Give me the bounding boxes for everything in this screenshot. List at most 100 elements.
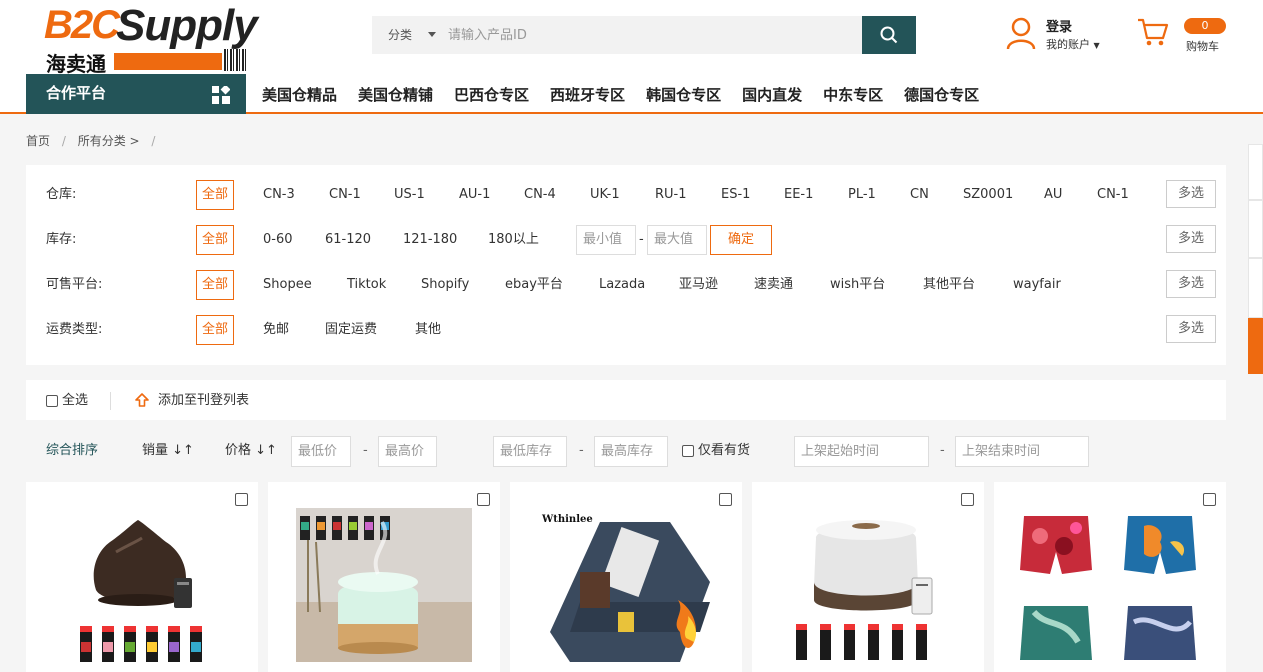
filter-option[interactable]: 0-60 — [263, 225, 293, 255]
breadcrumb-all-categories[interactable]: 所有分类 > — [78, 134, 140, 148]
product-card[interactable] — [994, 482, 1226, 672]
filter-option[interactable]: 其他 — [415, 315, 441, 345]
filter-option[interactable]: UK-1 — [590, 180, 620, 210]
filter-option[interactable]: 其他平台 — [923, 270, 975, 300]
filter-option[interactable]: 121-180 — [403, 225, 457, 255]
side-tool-item[interactable] — [1248, 200, 1263, 258]
login-link[interactable]: 登录 — [1046, 16, 1072, 35]
search-button[interactable] — [862, 16, 916, 54]
stock-confirm-button[interactable]: 确定 — [710, 225, 772, 255]
account-menu[interactable]: 登录 我的账户 ▼ — [1006, 16, 1116, 56]
multi-select-button[interactable]: 多选 — [1166, 315, 1216, 343]
upload-icon — [135, 393, 149, 407]
product-checkbox[interactable] — [961, 493, 974, 506]
filter-all[interactable]: 全部 — [196, 315, 234, 345]
nav-link-middle-east[interactable]: 中东专区 — [823, 74, 883, 114]
product-checkbox[interactable] — [719, 493, 732, 506]
product-card[interactable] — [268, 482, 500, 672]
breadcrumb-home[interactable]: 首页 — [26, 134, 50, 148]
product-checkbox[interactable] — [1203, 493, 1216, 506]
filter-option[interactable]: CN-4 — [524, 180, 556, 210]
cart-button[interactable]: 0 购物车 — [1136, 16, 1236, 56]
listing-end-time-input[interactable]: 上架结束时间 — [955, 436, 1089, 467]
sort-price[interactable]: 价格 ↓↑ — [225, 436, 277, 466]
logo-bar — [114, 53, 222, 70]
stock-max-input[interactable]: 最大值 — [647, 225, 707, 255]
filter-option[interactable]: SZ0001 — [963, 180, 1013, 210]
select-all-checkbox[interactable] — [46, 395, 58, 407]
sort-bar: 综合排序 销量 ↓↑ 价格 ↓↑ 最低价 - 最高价 最低库存 - 最高库存 仅… — [26, 436, 1226, 468]
nav-link-brazil[interactable]: 巴西仓专区 — [454, 74, 529, 114]
search-icon — [880, 26, 898, 44]
grid-icon — [212, 86, 230, 104]
product-checkbox[interactable] — [235, 493, 248, 506]
filter-option[interactable]: 固定运费 — [325, 315, 377, 345]
multi-select-button[interactable]: 多选 — [1166, 270, 1216, 298]
in-stock-label[interactable]: 仅看有货 — [698, 436, 750, 466]
my-account-dropdown[interactable]: 我的账户 ▼ — [1046, 36, 1100, 52]
nav-links: 美国仓精品 美国仓精铺 巴西仓专区 西班牙专区 韩国仓专区 国内直发 中东专区 … — [262, 74, 1000, 114]
sort-overall[interactable]: 综合排序 — [46, 436, 98, 466]
product-image — [1020, 516, 1196, 660]
filter-option[interactable]: Shopify — [421, 270, 469, 300]
filter-option[interactable]: wayfair — [1013, 270, 1061, 300]
nav-link-korea[interactable]: 韩国仓专区 — [646, 74, 721, 114]
max-stock-input[interactable]: 最高库存 — [594, 436, 668, 467]
select-all-label[interactable]: 全选 — [62, 380, 88, 422]
side-tool-item[interactable] — [1248, 258, 1263, 318]
filter-option[interactable]: 免邮 — [263, 315, 289, 345]
filter-option[interactable]: EE-1 — [784, 180, 813, 210]
filter-option[interactable]: 180以上 — [488, 225, 539, 255]
filter-option[interactable]: CN-3 — [263, 180, 295, 210]
nav-link-domestic[interactable]: 国内直发 — [742, 74, 802, 114]
product-card[interactable]: Wthinlee — [510, 482, 742, 672]
side-tool-item-active[interactable] — [1248, 318, 1263, 374]
multi-select-button[interactable]: 多选 — [1166, 180, 1216, 208]
filter-label: 可售平台: — [46, 277, 103, 292]
filter-option[interactable]: 61-120 — [325, 225, 371, 255]
product-checkbox[interactable] — [477, 493, 490, 506]
filter-option[interactable]: US-1 — [394, 180, 425, 210]
max-price-input[interactable]: 最高价 — [378, 436, 437, 467]
filter-option[interactable]: Shopee — [263, 270, 312, 300]
filter-option[interactable]: CN-1 — [1097, 180, 1129, 210]
filter-option[interactable]: RU-1 — [655, 180, 687, 210]
range-dash: - — [363, 443, 368, 458]
filter-option[interactable]: Tiktok — [347, 270, 386, 300]
filter-option[interactable]: wish平台 — [830, 270, 885, 300]
search-input[interactable] — [448, 16, 858, 54]
partner-platform-menu[interactable]: 合作平台 — [26, 74, 246, 114]
multi-select-button[interactable]: 多选 — [1166, 225, 1216, 253]
filter-option[interactable]: CN-1 — [329, 180, 361, 210]
nav-link-us-store[interactable]: 美国仓精铺 — [358, 74, 433, 114]
filter-option[interactable]: AU — [1044, 180, 1062, 210]
filter-all[interactable]: 全部 — [196, 180, 234, 210]
search-category-select[interactable]: 分类 — [388, 16, 412, 54]
filter-option[interactable]: PL-1 — [848, 180, 876, 210]
filter-option[interactable]: ebay平台 — [505, 270, 563, 300]
stock-min-input[interactable]: 最小值 — [576, 225, 636, 255]
filter-option[interactable]: Lazada — [599, 270, 645, 300]
product-card[interactable] — [752, 482, 984, 672]
filter-option[interactable]: CN — [910, 180, 929, 210]
listing-start-time-input[interactable]: 上架起始时间 — [794, 436, 929, 467]
filter-option[interactable]: 亚马逊 — [679, 270, 718, 300]
filter-all[interactable]: 全部 — [196, 225, 234, 255]
filter-option[interactable]: AU-1 — [459, 180, 490, 210]
side-tool-item[interactable] — [1248, 144, 1263, 200]
nav-link-germany[interactable]: 德国仓专区 — [904, 74, 979, 114]
in-stock-checkbox[interactable] — [682, 445, 694, 457]
selection-bar: 全选 添加至刊登列表 — [26, 380, 1226, 420]
min-stock-input[interactable]: 最低库存 — [493, 436, 567, 467]
min-price-input[interactable]: 最低价 — [291, 436, 351, 467]
filter-all[interactable]: 全部 — [196, 270, 234, 300]
filter-option[interactable]: 速卖通 — [754, 270, 793, 300]
product-card[interactable] — [26, 482, 258, 672]
brand-logo[interactable]: B2C Supply 海卖通 — [44, 1, 258, 76]
nav-link-spain[interactable]: 西班牙专区 — [550, 74, 625, 114]
caret-down-icon[interactable] — [428, 32, 436, 37]
filter-option[interactable]: ES-1 — [721, 180, 750, 210]
sort-sales[interactable]: 销量 ↓↑ — [142, 436, 194, 466]
nav-link-us-premium[interactable]: 美国仓精品 — [262, 74, 337, 114]
add-to-listing-button[interactable]: 添加至刊登列表 — [158, 380, 249, 422]
